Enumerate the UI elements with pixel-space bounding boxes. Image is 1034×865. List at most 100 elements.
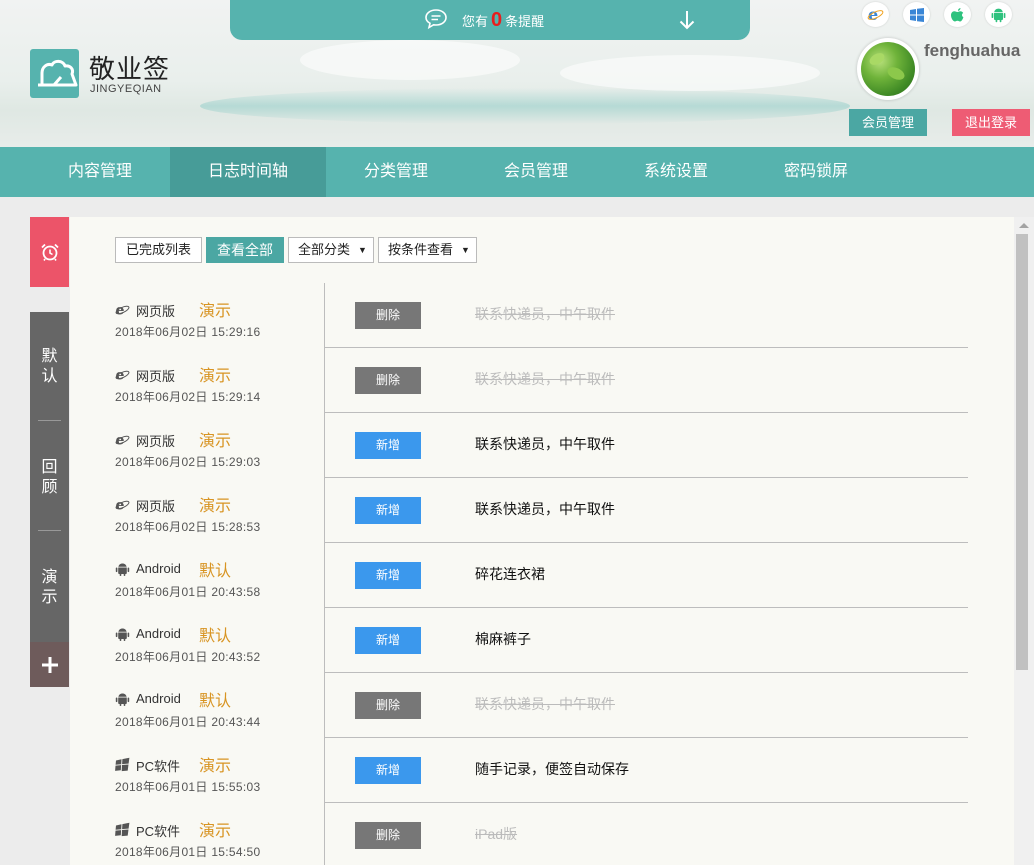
- log-time: 2018年06月01日 15:55:03: [115, 780, 261, 794]
- android-icon: [115, 692, 130, 707]
- ie-icon: e: [115, 432, 130, 449]
- log-source: Android: [136, 691, 181, 706]
- arrow-down-icon[interactable]: [678, 9, 696, 31]
- log-source: Android: [136, 561, 181, 576]
- log-action-badge: 删除: [355, 692, 421, 719]
- condition-select[interactable]: 按条件查看 ▼: [377, 237, 477, 263]
- log-action-badge: 新增: [355, 562, 421, 589]
- cloud-logo-icon: [38, 59, 78, 87]
- log-time: 2018年06月01日 20:43:52: [115, 650, 261, 664]
- log-row: e 网页版 演示 2018年06月02日 15:29:16 删除 联系快递员，中午取件: [115, 283, 968, 348]
- log-content[interactable]: iPad版: [475, 824, 517, 844]
- log-action-badge: 新增: [355, 627, 421, 654]
- log-source: 网页版: [136, 434, 176, 449]
- category-side-tabs: 默 认 回 顾 演 示: [30, 312, 69, 642]
- avatar-image: [861, 42, 915, 96]
- log-category: 演示: [199, 758, 232, 775]
- alarm-tab[interactable]: [30, 217, 69, 287]
- log-source: PC软件: [136, 824, 181, 839]
- ie-icon: e: [115, 367, 130, 384]
- header: 您有 0 条提醒 敬业签 JINGYEQIAN e fenghuahua 会员管…: [0, 0, 1034, 147]
- category-select[interactable]: 全部分类 ▼: [288, 237, 374, 263]
- add-category-button[interactable]: [30, 642, 69, 687]
- side-tab-char: 演: [41, 569, 58, 586]
- side-tab-review[interactable]: 回 顾: [30, 458, 69, 498]
- logout-button[interactable]: 退出登录: [952, 109, 1030, 136]
- android-icon: [115, 562, 130, 577]
- header-background-sea: [200, 88, 850, 124]
- side-tab-default[interactable]: 默 认: [30, 347, 69, 387]
- svg-text:e: e: [116, 433, 125, 448]
- android-icon: [115, 627, 130, 642]
- side-tab-char: 回: [41, 459, 58, 476]
- log-row: e 网页版 演示 2018年06月02日 15:29:14 删除 联系快递员，中午取件: [115, 348, 968, 413]
- log-content[interactable]: 联系快递员，中午取件: [475, 694, 615, 714]
- avatar[interactable]: [857, 38, 919, 100]
- apple-icon[interactable]: [944, 2, 971, 27]
- nav-item-settings[interactable]: 系统设置: [606, 147, 746, 197]
- nav-item-category[interactable]: 分类管理: [326, 147, 466, 197]
- log-time: 2018年06月02日 15:28:53: [115, 520, 261, 534]
- logo-name: 敬业签: [89, 55, 171, 85]
- side-tab-demo[interactable]: 演 示: [30, 568, 69, 608]
- member-management-button[interactable]: 会员管理: [849, 109, 927, 136]
- log-row: PC软件 演示 2018年06月01日 15:55:03 新增 随手记录，便签自动保存: [115, 738, 968, 803]
- log-content[interactable]: 碎花连衣裙: [475, 564, 545, 584]
- plus-icon: [41, 656, 58, 673]
- ie-icon: e: [115, 302, 130, 319]
- nav-item-content[interactable]: 内容管理: [30, 147, 170, 197]
- log-action-badge: 删除: [355, 367, 421, 394]
- log-category: 演示: [199, 303, 232, 320]
- log-time: 2018年06月02日 15:29:16: [115, 325, 261, 339]
- log-row: Android 默认 2018年06月01日 20:43:58 新增 碎花连衣裙: [115, 543, 968, 608]
- svg-text:e: e: [116, 368, 125, 383]
- android-icon[interactable]: [985, 2, 1012, 27]
- svg-text:e: e: [116, 303, 125, 318]
- log-action-badge: 删除: [355, 302, 421, 329]
- log-time: 2018年06月01日 15:54:50: [115, 845, 261, 859]
- scrollbar[interactable]: [1014, 217, 1034, 865]
- windows-icon[interactable]: [903, 2, 930, 27]
- completed-list-button[interactable]: 已完成列表: [115, 237, 203, 263]
- log-row: Android 默认 2018年06月01日 20:43:52 新增 棉麻裤子: [115, 608, 968, 673]
- log-category: 演示: [199, 823, 232, 840]
- log-content[interactable]: 联系快递员，中午取件: [475, 304, 615, 324]
- view-all-button[interactable]: 查看全部: [206, 237, 285, 263]
- scrollbar-thumb[interactable]: [1016, 234, 1028, 670]
- windows-icon: [115, 757, 130, 772]
- platform-icons: e: [862, 2, 1012, 27]
- chat-bubble-icon: [425, 9, 447, 30]
- log-content[interactable]: 联系快递员，中午取件: [475, 434, 615, 454]
- log-category: 演示: [199, 498, 232, 515]
- log-content[interactable]: 联系快递员，中午取件: [475, 369, 615, 389]
- svg-text:e: e: [116, 498, 125, 513]
- alarm-clock-icon: [40, 243, 59, 261]
- log-row: e 网页版 演示 2018年06月02日 15:29:03 新增 联系快递员，中午取件: [115, 413, 968, 478]
- log-content[interactable]: 棉麻裤子: [475, 629, 531, 649]
- log-content[interactable]: 随手记录，便签自动保存: [475, 759, 629, 779]
- log-action-badge: 删除: [355, 822, 421, 849]
- log-time: 2018年06月01日 20:43:58: [115, 585, 261, 599]
- reminder-notice-bar[interactable]: 您有 0 条提醒: [230, 0, 750, 40]
- nav-item-log-timeline[interactable]: 日志时间轴: [170, 147, 326, 197]
- side-tab-char: 顾: [41, 479, 58, 496]
- category-select-value: 全部分类: [298, 242, 351, 257]
- log-source: PC软件: [136, 759, 181, 774]
- log-time: 2018年06月02日 15:29:14: [115, 390, 261, 404]
- log-time: 2018年06月01日 20:43:44: [115, 715, 261, 729]
- logo-icon[interactable]: [30, 49, 79, 98]
- log-source: 网页版: [136, 369, 176, 384]
- side-tab-divider: [38, 420, 61, 421]
- log-row: PC软件 演示 2018年06月01日 15:54:50 删除 iPad版: [115, 803, 968, 865]
- scroll-up-arrow-icon[interactable]: [1014, 217, 1034, 233]
- notice-suffix: 条提醒: [505, 14, 545, 29]
- nav-item-lock-screen[interactable]: 密码锁屏: [746, 147, 886, 197]
- log-source: 网页版: [136, 304, 176, 319]
- nav-item-member[interactable]: 会员管理: [466, 147, 606, 197]
- header-background-cloud: [560, 55, 820, 91]
- side-tab-char: 示: [41, 589, 58, 606]
- log-action-badge: 新增: [355, 432, 421, 459]
- log-row: e 网页版 演示 2018年06月02日 15:28:53 新增 联系快递员，中午取件: [115, 478, 968, 543]
- ie-icon[interactable]: e: [862, 2, 889, 27]
- log-content[interactable]: 联系快递员，中午取件: [475, 499, 615, 519]
